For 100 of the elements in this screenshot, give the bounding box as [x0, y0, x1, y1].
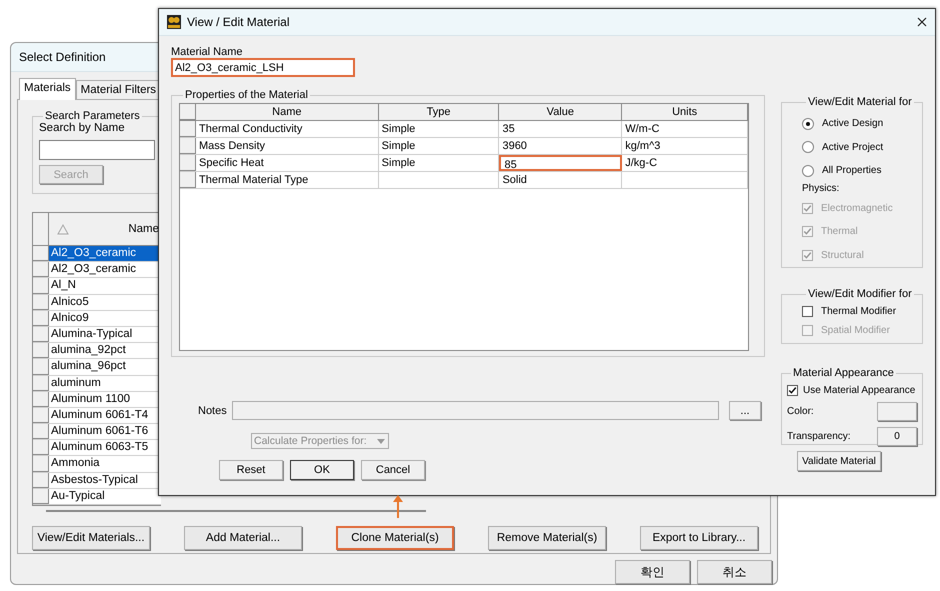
table-cell[interactable]: Alnico9 [49, 310, 161, 326]
section-label: Physics: [802, 182, 840, 196]
row-header[interactable] [33, 472, 49, 488]
table-cell[interactable]: Mass Density [196, 138, 379, 154]
sort-icon[interactable] [57, 223, 69, 235]
table-cell[interactable]: Asbestos-Typical [49, 472, 161, 488]
table-cell[interactable]: W/m-C [622, 121, 748, 137]
column-header[interactable]: Units [622, 104, 748, 120]
transparency-button[interactable]: 0 [877, 427, 917, 446]
table-cell[interactable]: Simple [378, 121, 500, 137]
group-title: View/Edit Material for [807, 96, 913, 108]
option-label: Structural [821, 250, 864, 261]
field-label: Color: [787, 406, 814, 417]
radio-button[interactable] [802, 118, 814, 130]
dialog-button[interactable]: Reset [219, 460, 283, 480]
option-label: Thermal [821, 226, 858, 238]
table-cell[interactable]: alumina_92pct [49, 343, 161, 358]
row-header[interactable] [33, 262, 49, 278]
row-header[interactable] [33, 408, 49, 424]
row-header[interactable] [33, 392, 49, 407]
column-header[interactable]: Name [128, 223, 159, 235]
radio-button[interactable] [802, 141, 814, 154]
row-header[interactable] [33, 278, 49, 294]
action-button[interactable]: Add Material... [184, 526, 302, 550]
row-header[interactable] [33, 440, 49, 456]
close-icon[interactable] [915, 15, 929, 29]
row-header[interactable] [180, 155, 196, 171]
action-button[interactable]: Clone Material(s) [336, 526, 454, 550]
table-cell[interactable]: J/kg-C [622, 155, 748, 171]
row-header[interactable] [33, 310, 49, 326]
dialog-button[interactable]: 취소 [697, 560, 772, 584]
search-field[interactable] [39, 140, 155, 160]
notes-field[interactable] [232, 401, 719, 420]
window-title: Select Definition [19, 50, 106, 64]
option-label: Active Project [822, 142, 884, 153]
table-cell[interactable]: alumina_96pct [49, 359, 161, 374]
row-header[interactable] [33, 246, 49, 262]
action-button[interactable]: Export to Library... [640, 526, 758, 550]
column-header[interactable]: Type [378, 104, 500, 120]
row-header[interactable] [33, 359, 49, 374]
row-header[interactable] [33, 424, 49, 440]
option-label: Active Design [822, 118, 884, 130]
table-cell[interactable]: Al2_O3_ceramic [49, 262, 161, 278]
table-cell[interactable]: Al_N [49, 278, 161, 294]
table-cell[interactable]: Alumina-Typical [49, 326, 161, 342]
material-name-field[interactable]: Al2_O3_ceramic_LSH [171, 58, 355, 77]
row-header[interactable] [33, 326, 49, 342]
column-header[interactable]: Value [499, 104, 622, 120]
option-label: Spatial Modifier [821, 325, 890, 336]
table-cell[interactable]: Specific Heat [196, 155, 379, 171]
field-label: Material Name [171, 46, 244, 58]
group-title: Material Appearance [792, 367, 895, 379]
table-cell[interactable]: Alnico5 [49, 294, 161, 310]
dialog-button[interactable]: OK [290, 460, 354, 480]
dialog-button[interactable]: 확인 [615, 560, 690, 584]
table-cell[interactable]: Aluminum 6061-T6 [49, 424, 161, 440]
browse-button[interactable]: ... [729, 401, 761, 420]
tab[interactable]: Materials [19, 78, 76, 100]
group-title: Search Parameters [44, 110, 141, 122]
table-cell[interactable]: aluminum [49, 376, 161, 391]
table-cell[interactable]: Thermal Conductivity [196, 121, 379, 137]
window-title: View / Edit Material [187, 15, 290, 29]
table-cell[interactable]: 3960 [499, 138, 622, 154]
table-cell[interactable]: Solid [499, 172, 622, 188]
color-button[interactable] [877, 402, 917, 421]
table-cell[interactable]: Thermal Material Type [196, 172, 379, 188]
table-cell[interactable]: Ammonia [49, 456, 161, 472]
row-header[interactable] [180, 121, 196, 137]
table-cell[interactable]: Simple [378, 155, 500, 171]
validate-button[interactable]: Validate Material [797, 451, 881, 471]
table-cell[interactable]: 35 [499, 121, 622, 137]
row-header[interactable] [33, 376, 49, 391]
radio-button[interactable] [802, 164, 814, 177]
table-cell[interactable]: 85 [499, 155, 622, 171]
option-label: Use Material Appearance [803, 384, 916, 396]
action-button[interactable]: View/Edit Materials... [32, 526, 150, 550]
group-title: Properties of the Material [184, 89, 309, 101]
row-header[interactable] [33, 343, 49, 358]
dialog-button[interactable]: Cancel [361, 460, 425, 480]
table-cell[interactable]: kg/m^3 [622, 138, 748, 154]
field-label: Search by Name [39, 122, 125, 134]
group-title: View/Edit Modifier for [807, 288, 913, 300]
row-header[interactable] [180, 172, 196, 188]
option-label: Electromagnetic [821, 202, 893, 214]
option-label: All Properties [822, 165, 882, 176]
field-label: Transparency: [787, 431, 851, 442]
column-header[interactable]: Name [196, 104, 379, 120]
row-header[interactable] [180, 138, 196, 154]
action-button[interactable]: Remove Material(s) [488, 526, 606, 550]
table-cell[interactable]: Aluminum 6061-T4 [49, 408, 161, 424]
table-cell[interactable]: Au-Typical [49, 488, 161, 504]
table-cell[interactable]: Aluminum 1100 [49, 392, 161, 407]
row-header[interactable] [33, 294, 49, 310]
table-cell[interactable]: Aluminum 6063-T5 [49, 440, 161, 456]
checkbox[interactable] [802, 306, 813, 317]
checkbox[interactable] [787, 384, 798, 396]
row-header[interactable] [33, 456, 49, 472]
table-cell[interactable]: Simple [378, 138, 500, 154]
table-cell[interactable]: Al2_O3_ceramic [49, 246, 161, 262]
row-header[interactable] [33, 488, 49, 504]
